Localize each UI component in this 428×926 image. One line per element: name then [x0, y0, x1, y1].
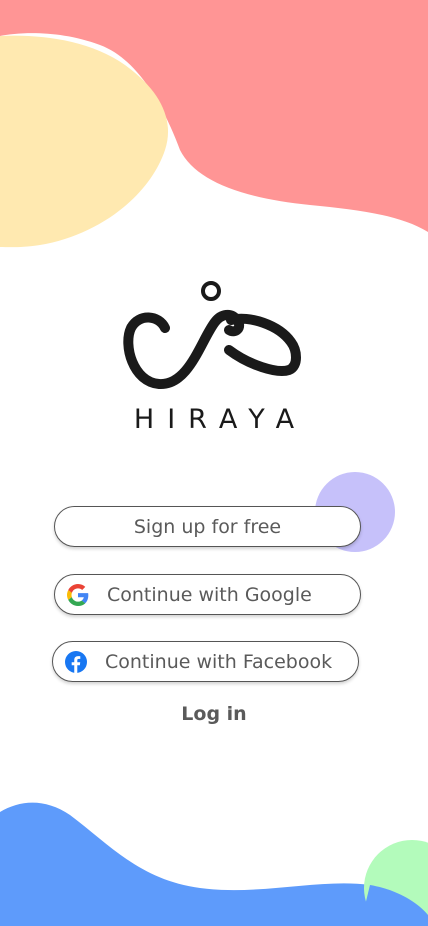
google-g-icon: [67, 583, 89, 606]
logo-container: [0, 270, 428, 390]
facebook-button-label: Continue with Facebook: [105, 650, 333, 673]
brand-name: HIRAYA: [133, 404, 308, 435]
google-button-label: Continue with Google: [107, 583, 312, 606]
facebook-f-icon: [65, 650, 87, 673]
green-circle: [364, 840, 428, 926]
background-decoration: [0, 0, 428, 926]
signup-button-label: Sign up for free: [133, 515, 282, 538]
yellow-blob: [0, 35, 169, 248]
signup-button[interactable]: Sign up for free: [54, 506, 361, 547]
blue-wave: [0, 802, 428, 926]
hiraya-infinity-logo-icon: [123, 281, 301, 389]
login-link[interactable]: Log in: [0, 703, 428, 725]
coral-blob: [0, 0, 428, 232]
blue-wave-overlap: [360, 885, 428, 926]
continue-with-google-button[interactable]: Continue with Google: [54, 574, 361, 615]
continue-with-facebook-button[interactable]: Continue with Facebook: [52, 641, 359, 682]
